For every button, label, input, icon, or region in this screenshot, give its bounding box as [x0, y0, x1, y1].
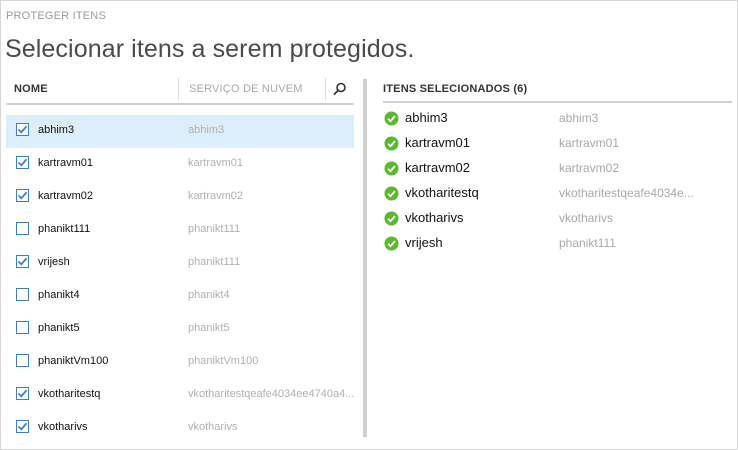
list-item: kartravm02 kartravm02 [383, 158, 733, 183]
table-row[interactable]: kartravm01 kartravm01 [6, 148, 354, 181]
column-divider [178, 78, 179, 100]
row-name: kartravm02 [38, 190, 94, 202]
selected-item-cloud-service: vkotharivs [559, 211, 614, 225]
row-checkbox[interactable] [16, 123, 29, 136]
row-checkbox[interactable] [16, 255, 29, 268]
checkmark-icon [17, 191, 28, 200]
column-header-cloud-service[interactable]: SERVIÇO DE NUVEM [189, 76, 303, 102]
protect-items-dialog: PROTEGER ITENS Selecionar itens a serem … [0, 0, 738, 450]
selected-item-name: vkotharivs [405, 210, 464, 225]
row-cloud-service: phanikt4 [188, 289, 230, 301]
row-name: vkotharivs [38, 421, 88, 433]
row-cloud-service: vkotharitestqeafe4034ee4740a4... [188, 388, 354, 400]
row-checkbox[interactable] [16, 156, 29, 169]
selected-item-cloud-service: phanikt111 [559, 236, 616, 250]
header-underline [6, 103, 354, 105]
dialog-small-title: PROTEGER ITENS [6, 10, 106, 22]
row-cloud-service: abhim3 [188, 124, 225, 136]
check-circle-icon [384, 161, 399, 176]
table-row[interactable]: abhim3 abhim3 [6, 115, 354, 148]
table-row[interactable]: phanikt4 phanikt4 [6, 280, 354, 313]
checkmark-icon [17, 257, 28, 266]
checkmark-icon [17, 389, 28, 398]
selected-items-panel: ITENS SELECIONADOS (6) abhim3 abhim3 kartr… [383, 76, 733, 438]
table-row[interactable]: phanikt5 phanikt5 [6, 313, 354, 346]
row-name: abhim3 [38, 124, 75, 136]
table-row[interactable]: phanikt111 phanikt111 [6, 214, 354, 247]
page-title: Selecionar itens a serem protegidos. [5, 35, 415, 63]
row-name: kartravm01 [38, 157, 94, 169]
table-row[interactable]: phaniktVm100 phaniktVm100 [6, 346, 354, 379]
list-item: vrijesh phanikt111 [383, 233, 733, 258]
selected-item-name: abhim3 [405, 110, 448, 125]
row-checkbox[interactable] [16, 189, 29, 202]
available-items-panel: NOME SERVIÇO DE NUVEM abhim3 abhim3 kartra… [6, 76, 354, 438]
item-list: abhim3 abhim3 kartravm01 kartravm01 kartravm… [6, 115, 354, 445]
selected-item-cloud-service: abhim3 [559, 111, 599, 125]
check-circle-icon [384, 136, 399, 151]
checkmark-icon [17, 422, 28, 431]
row-name: phanikt4 [38, 289, 80, 301]
list-item: vkotharitestq vkotharitestqeafe4034e... [383, 183, 733, 208]
row-checkbox[interactable] [16, 321, 29, 334]
panel-divider-scrollbar[interactable] [363, 79, 367, 437]
list-item: abhim3 abhim3 [383, 108, 733, 133]
row-checkbox[interactable] [16, 354, 29, 367]
row-cloud-service: phanikt111 [188, 223, 241, 235]
row-checkbox[interactable] [16, 288, 29, 301]
row-name: vkotharitestq [38, 388, 101, 400]
row-cloud-service: kartravm02 [188, 190, 244, 202]
check-circle-icon [384, 211, 399, 226]
list-item: kartravm01 kartravm01 [383, 133, 733, 158]
selected-item-cloud-service: kartravm01 [559, 136, 620, 150]
search-button[interactable] [328, 79, 352, 99]
selected-item-name: vrijesh [405, 235, 443, 250]
row-name: phanikt111 [38, 223, 91, 235]
selected-item-name: vkotharitestq [405, 185, 479, 200]
header-underline [383, 101, 732, 103]
row-name: vrijesh [38, 256, 70, 268]
row-name: phaniktVm100 [38, 355, 109, 367]
row-name: phanikt5 [38, 322, 80, 334]
selected-item-cloud-service: kartravm02 [559, 161, 620, 175]
column-header-name[interactable]: NOME [14, 76, 48, 102]
selected-items-header: ITENS SELECIONADOS (6) [383, 83, 528, 95]
check-circle-icon [384, 111, 399, 126]
row-cloud-service: phanikt111 [188, 256, 241, 268]
selected-item-list: abhim3 abhim3 kartravm01 kartravm01 kartravm… [383, 108, 733, 258]
row-checkbox[interactable] [16, 222, 29, 235]
row-cloud-service: phaniktVm100 [188, 355, 259, 367]
row-cloud-service: kartravm01 [188, 157, 244, 169]
list-item: vkotharivs vkotharivs [383, 208, 733, 233]
table-row[interactable]: vkotharivs vkotharivs [6, 412, 354, 445]
row-checkbox[interactable] [16, 387, 29, 400]
check-circle-icon [384, 186, 399, 201]
table-row[interactable]: vkotharitestq vkotharitestqeafe4034ee4740… [6, 379, 354, 412]
selected-item-name: kartravm01 [405, 135, 471, 150]
row-cloud-service: vkotharivs [188, 421, 238, 433]
check-circle-icon [384, 236, 399, 251]
selected-item-cloud-service: vkotharitestqeafe4034e... [559, 186, 694, 200]
row-checkbox[interactable] [16, 420, 29, 433]
table-row[interactable]: kartravm02 kartravm02 [6, 181, 354, 214]
selected-item-name: kartravm02 [405, 160, 471, 175]
column-divider [325, 78, 326, 100]
table-row[interactable]: vrijesh phanikt111 [6, 247, 354, 280]
row-cloud-service: phanikt5 [188, 322, 230, 334]
checkmark-icon [17, 158, 28, 167]
checkmark-icon [17, 125, 28, 134]
search-icon [333, 82, 346, 95]
